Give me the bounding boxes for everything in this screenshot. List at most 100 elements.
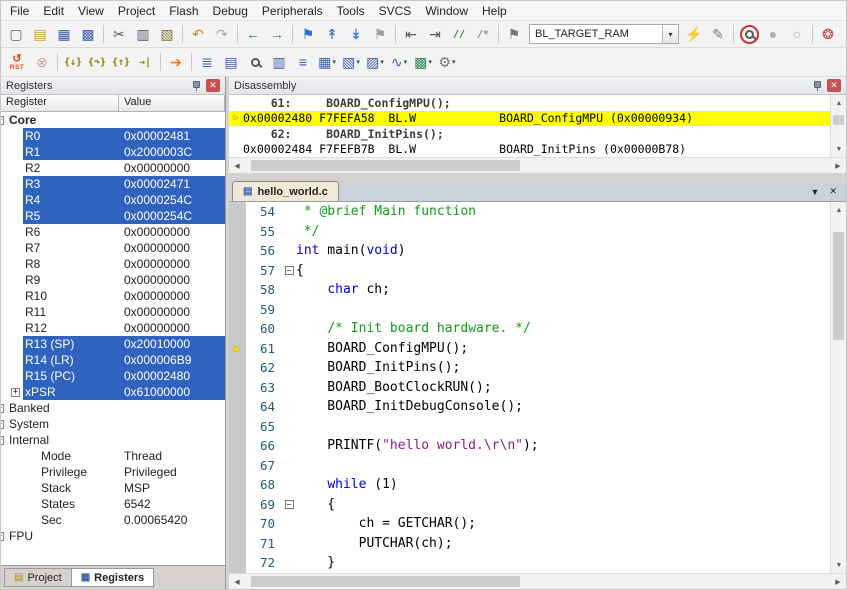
undo-icon[interactable]: ↶ xyxy=(186,23,210,45)
code-line[interactable]: char ch; xyxy=(296,282,390,297)
indent-left-icon[interactable]: ⇤ xyxy=(399,23,423,45)
tab-list-dropdown-icon[interactable]: ▼ xyxy=(806,185,825,199)
code-line[interactable]: * @brief Main function xyxy=(296,204,476,219)
code-line[interactable]: BOARD_ConfigMPU(); xyxy=(296,341,468,356)
disable-breakpoints-icon[interactable]: ○ xyxy=(785,23,809,45)
menu-peripherals[interactable]: Peripherals xyxy=(255,2,330,20)
collapse-icon[interactable]: − xyxy=(1,436,4,445)
breakpoint-margin[interactable] xyxy=(229,280,246,300)
menu-project[interactable]: Project xyxy=(111,2,162,20)
register-row[interactable]: R13 (SP)0x20010000 xyxy=(1,336,225,352)
breakpoint-margin[interactable] xyxy=(229,475,246,495)
scroll-right-icon[interactable]: ▶ xyxy=(830,574,846,590)
close-icon[interactable]: ✕ xyxy=(206,79,220,92)
code-line[interactable]: BOARD_BootClockRUN(); xyxy=(296,380,492,395)
system-viewer-icon[interactable]: ▩▾ xyxy=(411,51,435,73)
register-row[interactable]: R40x0000254C xyxy=(1,192,225,208)
scroll-thumb[interactable] xyxy=(251,160,520,171)
register-row[interactable]: R90x00000000 xyxy=(1,272,225,288)
save-icon[interactable]: ▦ xyxy=(52,23,76,45)
menu-edit[interactable]: Edit xyxy=(36,2,71,20)
indent-right-icon[interactable]: ⇥ xyxy=(423,23,447,45)
panel-tab-registers[interactable]: ▦Registers xyxy=(71,568,155,587)
scroll-up-icon[interactable]: ▲ xyxy=(831,95,847,111)
code-line[interactable]: while (1) xyxy=(296,477,398,492)
tab-hello-world-c[interactable]: ▤ hello_world.c xyxy=(232,181,339,201)
bookmark-clear-icon[interactable]: ⚑ xyxy=(368,23,392,45)
breakpoint-margin[interactable] xyxy=(229,436,246,456)
breakpoint-margin[interactable] xyxy=(229,241,246,261)
register-row[interactable]: R15 (PC)0x00002480 xyxy=(1,368,225,384)
breakpoint-margin[interactable] xyxy=(229,378,246,398)
register-row[interactable]: R20x00000000 xyxy=(1,160,225,176)
code-line[interactable]: PUTCHAR(ch); xyxy=(296,536,453,551)
register-row[interactable]: R50x0000254C xyxy=(1,208,225,224)
start-stop-debug-icon[interactable] xyxy=(737,23,761,45)
register-row[interactable]: StackMSP xyxy=(1,480,225,496)
new-file-icon[interactable]: ▢ xyxy=(4,23,28,45)
register-row[interactable]: PrivilegePrivileged xyxy=(1,464,225,480)
register-row[interactable]: R00x00002481 xyxy=(1,128,225,144)
breakpoint-margin[interactable] xyxy=(229,397,246,417)
analysis-window-icon[interactable]: ∿▾ xyxy=(387,51,411,73)
breakpoint-margin[interactable] xyxy=(229,319,246,339)
breakpoint-margin[interactable] xyxy=(229,358,246,378)
expand-icon[interactable]: + xyxy=(1,420,4,429)
scroll-thumb[interactable] xyxy=(833,115,844,125)
disasm-instruction-line[interactable]: 0x00002484 F7FEFB7B BL.W BOARD_InitPins … xyxy=(229,142,830,158)
symbol-window-icon[interactable] xyxy=(243,51,267,73)
breakpoint-margin[interactable] xyxy=(229,514,246,534)
target-options-icon[interactable]: ✎ xyxy=(706,23,730,45)
breakpoint-margin[interactable] xyxy=(229,222,246,242)
expand-icon[interactable]: + xyxy=(11,388,20,397)
bookmark-next-icon[interactable]: ↡ xyxy=(344,23,368,45)
menu-flash[interactable]: Flash xyxy=(162,2,205,20)
register-row[interactable]: −Core xyxy=(1,112,225,128)
register-row[interactable]: R10x2000003C xyxy=(1,144,225,160)
step-over-icon[interactable]: {↷} xyxy=(85,51,109,73)
pin-icon[interactable] xyxy=(811,80,823,92)
scroll-down-icon[interactable]: ▼ xyxy=(831,557,847,573)
code-line[interactable]: /* Init board hardware. */ xyxy=(296,321,531,336)
stop-icon[interactable]: ⊗ xyxy=(30,51,54,73)
code-line[interactable]: */ xyxy=(296,224,319,239)
register-row[interactable]: ModeThread xyxy=(1,448,225,464)
register-row[interactable]: R110x00000000 xyxy=(1,304,225,320)
code-line[interactable]: } xyxy=(296,555,335,570)
code-line[interactable]: { xyxy=(296,263,304,278)
expand-icon[interactable]: + xyxy=(1,404,4,413)
bookmark-toggle-icon[interactable]: ⚑ xyxy=(296,23,320,45)
redo-icon[interactable]: ↷ xyxy=(210,23,234,45)
register-row[interactable]: −Internal xyxy=(1,432,225,448)
breakpoint-icon[interactable]: ● xyxy=(761,23,785,45)
target-select-dropdown-icon[interactable]: ▾ xyxy=(662,25,678,43)
editor-horizontal-scrollbar[interactable]: ◀ ▶ xyxy=(229,573,846,589)
disasm-source-line[interactable]: 61: BOARD_ConfigMPU(); xyxy=(229,95,830,111)
navigate-forward-icon[interactable]: → xyxy=(265,23,289,45)
pin-icon[interactable] xyxy=(190,80,202,92)
disasm-margin[interactable]: ▶ xyxy=(229,113,243,123)
disasm-current-line[interactable]: ▶0x00002480 F7FEFA58 BL.W BOARD_ConfigMP… xyxy=(229,111,830,127)
code-line[interactable]: ch = GETCHAR(); xyxy=(296,516,476,531)
code-line[interactable]: int main(void) xyxy=(296,243,406,258)
disasm-source-line[interactable]: 62: BOARD_InitPins(); xyxy=(229,126,830,142)
watch-window-icon[interactable]: ▦▾ xyxy=(315,51,339,73)
scroll-up-icon[interactable]: ▲ xyxy=(831,202,847,218)
fold-margin[interactable]: − xyxy=(282,500,296,509)
register-row[interactable]: R60x00000000 xyxy=(1,224,225,240)
register-row[interactable]: R100x00000000 xyxy=(1,288,225,304)
code-line[interactable]: BOARD_InitDebugConsole(); xyxy=(296,399,523,414)
register-row[interactable]: States6542 xyxy=(1,496,225,512)
disassembly-horizontal-scrollbar[interactable]: ◀ ▶ xyxy=(229,157,846,173)
breakpoint-margin[interactable] xyxy=(229,553,246,573)
column-register[interactable]: Register xyxy=(1,95,119,112)
scroll-right-icon[interactable]: ▶ xyxy=(830,158,846,174)
breakpoint-margin[interactable] xyxy=(229,495,246,515)
memory-window-icon[interactable]: ▧▾ xyxy=(339,51,363,73)
scroll-left-icon[interactable]: ◀ xyxy=(229,158,245,174)
breakpoint-margin[interactable] xyxy=(229,456,246,476)
target-flag-icon[interactable]: ⚑ xyxy=(502,23,526,45)
menu-window[interactable]: Window xyxy=(418,2,475,20)
editor-vertical-scrollbar[interactable]: ▲ ▼ xyxy=(830,202,846,573)
navigate-back-icon[interactable]: ← xyxy=(241,23,265,45)
